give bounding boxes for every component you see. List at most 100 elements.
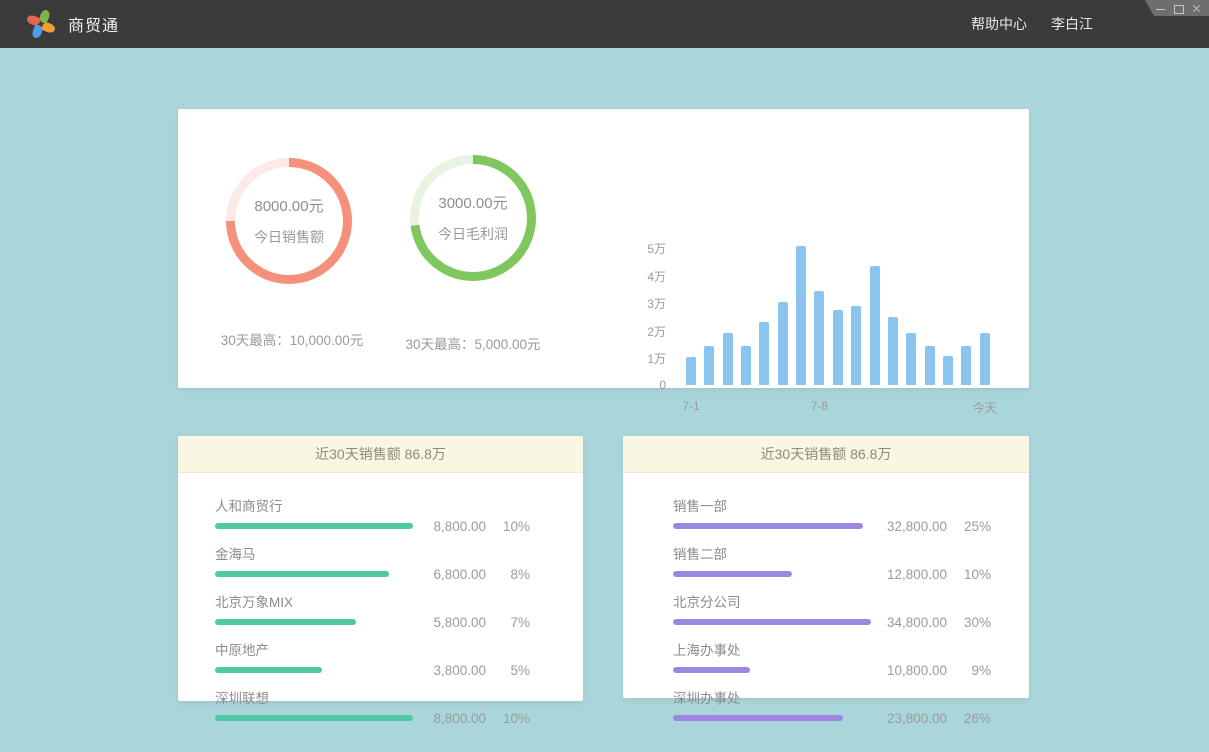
item-percent: 9% <box>947 663 991 678</box>
list-item: 北京分公司34,800.0030% <box>673 591 991 625</box>
item-amount: 3,800.00 <box>433 663 486 678</box>
today-sales-value: 8000.00元 <box>254 195 323 216</box>
item-name: 销售二部 <box>673 543 991 563</box>
item-percent: 30% <box>947 615 991 630</box>
y-axis: 5万 4万 3万 2万 1万 0 <box>648 240 666 393</box>
chart-bar <box>851 306 861 385</box>
item-amount: 34,800.00 <box>887 615 947 630</box>
item-progress-bar <box>215 523 413 529</box>
chart-bar <box>888 317 898 385</box>
item-progress-bar <box>215 619 356 625</box>
sales-30day-max-note: 30天最高：10,000.00元 <box>202 329 382 349</box>
item-values: 32,800.0025% <box>887 519 991 534</box>
titlebar: 商贸通 帮助中心 李白江 <box>0 0 1209 48</box>
item-name: 深圳办事处 <box>673 687 991 707</box>
item-values: 3,800.005% <box>433 663 530 678</box>
y-axis-tick-label: 5万 <box>647 240 666 257</box>
chart-bar <box>704 346 714 385</box>
chart-bar <box>686 357 696 385</box>
item-amount: 5,800.00 <box>433 615 486 630</box>
chart-bar <box>741 346 751 385</box>
department-ranking-card: 近30天销售额 86.8万 销售一部32,800.0025%销售二部12,800… <box>623 436 1029 698</box>
item-amount: 32,800.00 <box>887 519 947 534</box>
chart-bar <box>961 346 971 385</box>
list-item: 销售一部32,800.0025% <box>673 495 991 529</box>
item-name: 北京万象MIX <box>215 591 530 611</box>
customer-ranking-list: 人和商贸行8,800.0010%金海马6,800.008%北京万象MIX5,80… <box>178 473 583 721</box>
y-axis-tick-label: 0 <box>659 378 666 392</box>
window-controls <box>1145 0 1209 16</box>
item-progress-bar <box>215 667 322 673</box>
chart-bar <box>980 333 990 385</box>
today-profit-donut-center: 3000.00元 今日毛利润 <box>419 164 527 272</box>
item-values: 6,800.008% <box>433 567 530 582</box>
customer-ranking-title: 近30天销售额 86.8万 <box>178 436 583 473</box>
item-percent: 10% <box>486 519 530 534</box>
y-axis-tick-label: 4万 <box>647 268 666 285</box>
item-amount: 12,800.00 <box>887 567 947 582</box>
chart-bar <box>723 333 733 385</box>
chart-bar <box>870 266 880 385</box>
item-values: 10,800.009% <box>887 663 991 678</box>
list-item: 人和商贸行8,800.0010% <box>215 495 530 529</box>
department-ranking-list: 销售一部32,800.0025%销售二部12,800.0010%北京分公司34,… <box>623 473 1029 721</box>
list-item: 深圳联想8,800.0010% <box>215 687 530 721</box>
list-item: 销售二部12,800.0010% <box>673 543 991 577</box>
item-percent: 7% <box>486 615 530 630</box>
item-progress-bar <box>215 571 389 577</box>
chart-bar <box>906 333 916 385</box>
item-values: 5,800.007% <box>433 615 530 630</box>
profit-30day-max-note: 30天最高：5,000.00元 <box>383 333 563 353</box>
chart-bar <box>796 246 806 385</box>
item-progress-bar <box>673 571 792 577</box>
item-percent: 10% <box>486 711 530 726</box>
x-axis-tick-label: 7-1 <box>682 399 699 413</box>
app-logo-pinwheel-icon <box>28 11 54 37</box>
item-name: 销售一部 <box>673 495 991 515</box>
item-amount: 23,800.00 <box>887 711 947 726</box>
list-item: 深圳办事处23,800.0026% <box>673 687 991 721</box>
close-icon[interactable] <box>1192 4 1201 13</box>
chart-bar <box>778 302 788 385</box>
item-progress-bar <box>215 715 413 721</box>
item-name: 上海办事处 <box>673 639 991 659</box>
y-axis-tick-label: 2万 <box>647 323 666 340</box>
item-percent: 26% <box>947 711 991 726</box>
user-name-menu[interactable]: 李白江 <box>1051 14 1093 34</box>
list-item: 中原地产3,800.005% <box>215 639 530 673</box>
logo-petal-orange <box>41 21 56 34</box>
customer-ranking-card: 近30天销售额 86.8万 人和商贸行8,800.0010%金海马6,800.0… <box>178 436 583 701</box>
item-amount: 8,800.00 <box>433 711 486 726</box>
help-center-link[interactable]: 帮助中心 <box>971 14 1027 34</box>
item-name: 深圳联想 <box>215 687 530 707</box>
today-profit-label: 今日毛利润 <box>438 224 508 244</box>
daily-sales-bar-chart: 5万4万3万2万1万0 7-17-8今天 近14天销售额 <box>648 247 1029 457</box>
today-sales-donut-chart: 8000.00元 今日销售额 <box>226 158 352 284</box>
item-amount: 6,800.00 <box>433 567 486 582</box>
chart-bar <box>833 310 843 385</box>
item-name: 金海马 <box>215 543 530 563</box>
item-percent: 25% <box>947 519 991 534</box>
chart-bar <box>943 356 953 385</box>
minimize-icon[interactable] <box>1156 4 1165 13</box>
today-sales-label: 今日销售额 <box>254 227 324 247</box>
today-sales-donut-center: 8000.00元 今日销售额 <box>235 167 343 275</box>
x-axis-tick-label: 今天 <box>973 399 997 416</box>
chart-bar <box>814 291 824 385</box>
y-axis-tick-label: 1万 <box>647 350 666 367</box>
department-ranking-title: 近30天销售额 86.8万 <box>623 436 1029 473</box>
today-profit-donut-chart: 3000.00元 今日毛利润 <box>410 155 536 281</box>
app-title: 商贸通 <box>68 12 119 36</box>
y-axis-tick-label: 3万 <box>647 295 666 312</box>
maximize-icon[interactable] <box>1174 4 1183 13</box>
item-values: 12,800.0010% <box>887 567 991 582</box>
item-values: 8,800.0010% <box>433 519 530 534</box>
item-percent: 8% <box>486 567 530 582</box>
x-axis-tick-label: 7-8 <box>811 399 828 413</box>
item-percent: 10% <box>947 567 991 582</box>
item-amount: 10,800.00 <box>887 663 947 678</box>
list-item: 上海办事处10,800.009% <box>673 639 991 673</box>
item-amount: 8,800.00 <box>433 519 486 534</box>
item-name: 人和商贸行 <box>215 495 530 515</box>
chart-bar <box>925 346 935 385</box>
